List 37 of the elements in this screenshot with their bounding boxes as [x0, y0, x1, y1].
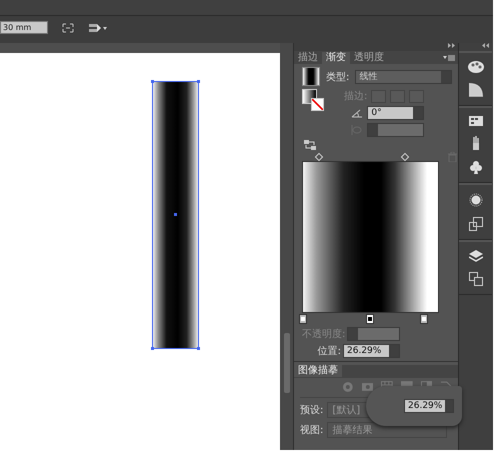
gradient-icon[interactable] [468, 83, 482, 97]
transform-icon[interactable] [468, 217, 482, 231]
layers-icon[interactable] [468, 250, 482, 262]
sun-icon[interactable] [468, 193, 482, 207]
panel-tab[interactable]: 图像描摹 [294, 365, 342, 377]
panel-tab[interactable]: 渐变 [322, 52, 350, 64]
auto-color-icon[interactable] [342, 381, 354, 393]
opacity-field[interactable] [347, 327, 400, 341]
location-field[interactable]: 26.29% [343, 344, 400, 358]
location-field[interactable]: 26.29% [404, 399, 454, 413]
aspect-ratio-field[interactable] [367, 123, 424, 137]
color-stop[interactable] [299, 314, 307, 324]
angle-field[interactable]: 0° [367, 106, 424, 120]
gradient-swatch[interactable] [302, 67, 320, 86]
panel-menu-icon[interactable] [443, 55, 455, 61]
color-stop[interactable] [366, 314, 374, 324]
bracket-icon[interactable] [62, 22, 74, 32]
view-label: 视图: [300, 424, 324, 437]
club-icon[interactable] [468, 160, 482, 174]
color-stop[interactable] [420, 314, 428, 324]
width-field[interactable]: 30 mm [0, 21, 48, 34]
location-label: 位置: [318, 344, 341, 358]
align-icon[interactable] [88, 22, 108, 32]
artboards-icon[interactable] [468, 272, 482, 286]
type-label: 类型: [326, 70, 350, 84]
preset-label: 预设: [300, 404, 324, 417]
type-dropdown[interactable]: 线性 [355, 70, 452, 84]
reverse-gradient-icon[interactable] [304, 140, 316, 150]
angle-icon [351, 108, 364, 118]
panel-tab[interactable]: 描边 [294, 52, 322, 64]
palette-icon[interactable] [468, 61, 484, 73]
collapse-icon[interactable] [482, 43, 490, 48]
swatches-icon[interactable] [468, 116, 482, 126]
scrollbar[interactable] [284, 333, 290, 393]
fill-stroke-icon[interactable] [302, 89, 324, 111]
expand-icon[interactable] [448, 43, 456, 48]
panel-tab[interactable]: 透明度 [350, 52, 388, 64]
